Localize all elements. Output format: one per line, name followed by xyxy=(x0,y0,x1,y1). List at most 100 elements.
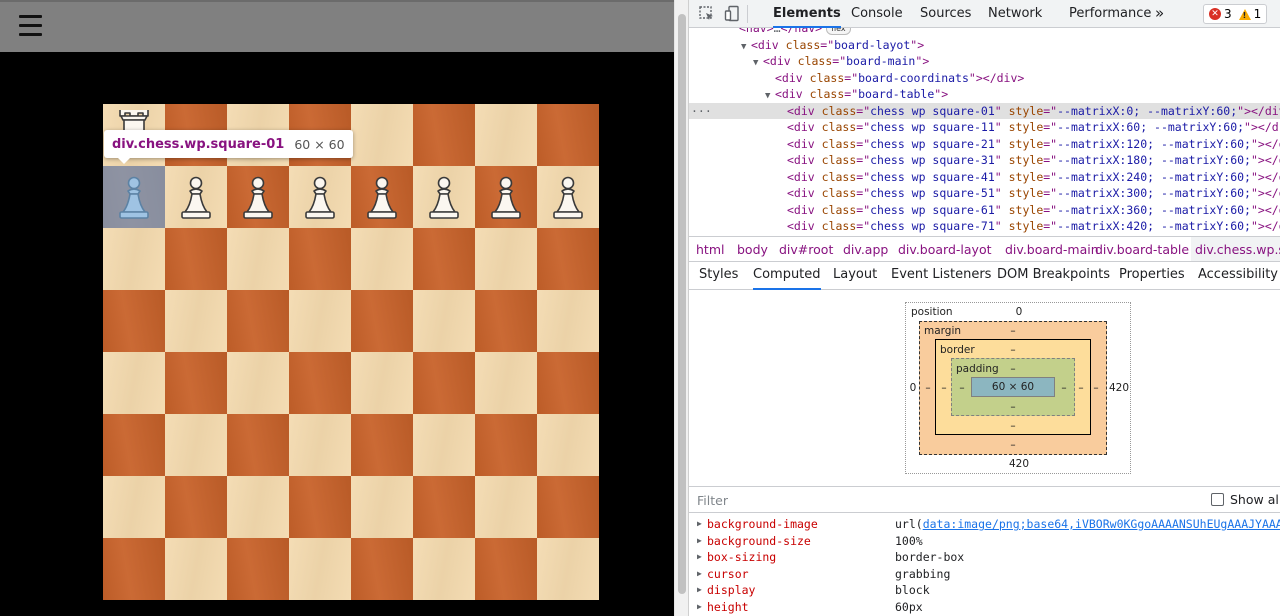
board-square[interactable] xyxy=(165,538,227,600)
board-square[interactable] xyxy=(165,290,227,352)
subtab-styles[interactable]: Styles xyxy=(699,262,738,290)
board-square[interactable] xyxy=(475,228,537,290)
box-model-content-size[interactable]: 60 × 60 xyxy=(971,377,1055,397)
dom-tree-node[interactable]: <div class="chess wp square-61" style="-… xyxy=(689,202,1280,219)
dom-tree-node[interactable]: <div class="chess wp square-51" style="-… xyxy=(689,185,1280,202)
board-square[interactable] xyxy=(351,476,413,538)
dom-tree-node[interactable]: <div class="chess wp square-21" style="-… xyxy=(689,136,1280,153)
inspect-element-icon[interactable] xyxy=(698,5,716,23)
board-square[interactable] xyxy=(475,104,537,166)
board-square[interactable] xyxy=(103,290,165,352)
board-square[interactable] xyxy=(289,290,351,352)
expand-triangle-icon[interactable]: ▶ xyxy=(697,549,702,566)
board-square[interactable] xyxy=(165,476,227,538)
computed-property-row[interactable]: ▶ cursor grabbing xyxy=(689,566,1280,583)
subtab-dom-breakpoints[interactable]: DOM Breakpoints xyxy=(997,262,1110,290)
breadcrumb-item[interactable]: div.board-main xyxy=(1005,237,1099,261)
node-actions-icon[interactable]: ··· xyxy=(691,103,712,120)
board-square[interactable] xyxy=(165,414,227,476)
board-square[interactable] xyxy=(289,538,351,600)
board-square[interactable] xyxy=(475,476,537,538)
board-square[interactable] xyxy=(413,228,475,290)
board-square[interactable] xyxy=(227,538,289,600)
white-pawn-icon[interactable] xyxy=(351,166,413,228)
board-square[interactable] xyxy=(289,352,351,414)
board-square[interactable] xyxy=(289,476,351,538)
board-square[interactable] xyxy=(227,290,289,352)
board-square[interactable] xyxy=(413,414,475,476)
white-pawn-icon[interactable] xyxy=(537,166,599,228)
dom-tree-node[interactable]: ▼ <div class="board-table"> xyxy=(689,86,1280,103)
tab-sources[interactable]: Sources xyxy=(920,0,971,28)
board-square[interactable] xyxy=(103,538,165,600)
page-scrollbar[interactable] xyxy=(674,0,688,616)
breadcrumb-item[interactable]: div.chess.wp.sq xyxy=(1191,237,1280,261)
dom-tree-node[interactable]: ··· <div class="chess wp square-01" style… xyxy=(689,102,1280,120)
show-all-checkbox[interactable] xyxy=(1211,493,1224,506)
white-pawn-icon[interactable] xyxy=(413,166,475,228)
board-square[interactable] xyxy=(103,476,165,538)
board-square[interactable] xyxy=(475,290,537,352)
breadcrumb-item[interactable]: div.app xyxy=(843,237,888,261)
board-square[interactable] xyxy=(475,414,537,476)
computed-property-row[interactable]: ▶ display block xyxy=(689,582,1280,599)
board-square[interactable] xyxy=(227,414,289,476)
white-pawn-icon[interactable] xyxy=(475,166,537,228)
board-square[interactable] xyxy=(351,538,413,600)
expand-triangle-icon[interactable]: ▶ xyxy=(697,599,702,616)
dom-tree-node[interactable]: <div class="chess wp square-41" style="-… xyxy=(689,169,1280,186)
board-square[interactable] xyxy=(227,352,289,414)
computed-property-row[interactable]: ▶ background-image url(data:image/png;base… xyxy=(689,516,1280,533)
show-all-toggle[interactable]: Show all xyxy=(1211,492,1280,507)
dom-tree-node[interactable]: <div class="chess wp square-11" style="-… xyxy=(689,119,1280,136)
white-pawn-icon[interactable] xyxy=(103,166,165,228)
expand-triangle-icon[interactable]: ▶ xyxy=(697,582,702,599)
board-square[interactable] xyxy=(537,352,599,414)
board-square[interactable] xyxy=(537,538,599,600)
tab-network[interactable]: Network xyxy=(988,0,1042,28)
board-square[interactable] xyxy=(537,228,599,290)
board-square[interactable] xyxy=(103,352,165,414)
board-square[interactable] xyxy=(351,414,413,476)
dom-tree-node[interactable]: <nav>…</nav> flex xyxy=(689,28,1280,37)
computed-property-row[interactable]: ▶ background-size 100% xyxy=(689,533,1280,550)
board-square[interactable] xyxy=(227,476,289,538)
board-square[interactable] xyxy=(165,352,227,414)
board-square[interactable] xyxy=(351,104,413,166)
board-square[interactable] xyxy=(351,228,413,290)
dom-tree-node[interactable]: <div class="chess wp square-31" style="-… xyxy=(689,152,1280,169)
white-pawn-icon[interactable] xyxy=(227,166,289,228)
dom-tree-node[interactable]: ▼ <div class="board-layot"> xyxy=(689,37,1280,54)
board-square[interactable] xyxy=(227,228,289,290)
breadcrumb-item[interactable]: body xyxy=(737,237,768,261)
more-tabs-button[interactable]: » xyxy=(1155,0,1164,28)
board-square[interactable] xyxy=(475,538,537,600)
expand-triangle-icon[interactable]: ▶ xyxy=(697,516,702,533)
board-square[interactable] xyxy=(537,414,599,476)
dom-tree-node[interactable]: ▼ <div class="board-main"> xyxy=(689,53,1280,70)
expand-triangle-icon[interactable]: ▶ xyxy=(697,566,702,583)
board-square[interactable] xyxy=(537,476,599,538)
breadcrumb-item[interactable]: div.board-layot xyxy=(898,237,992,261)
subtab-event-listeners[interactable]: Event Listeners xyxy=(891,262,991,290)
board-square[interactable] xyxy=(537,104,599,166)
tab-elements[interactable]: Elements xyxy=(773,0,841,28)
filter-input[interactable] xyxy=(697,491,1097,509)
board-square[interactable] xyxy=(413,290,475,352)
board-square[interactable] xyxy=(413,104,475,166)
issues-badge[interactable]: ✕ 3 ! 1 xyxy=(1203,4,1268,24)
computed-property-row[interactable]: ▶ box-sizing border-box xyxy=(689,549,1280,566)
board-square[interactable] xyxy=(289,228,351,290)
board-square[interactable] xyxy=(289,414,351,476)
board-square[interactable] xyxy=(351,290,413,352)
breadcrumb-item[interactable]: div#root xyxy=(779,237,833,261)
board-square[interactable] xyxy=(103,228,165,290)
hamburger-menu-icon[interactable] xyxy=(19,15,42,37)
device-toolbar-icon[interactable] xyxy=(724,5,742,23)
white-pawn-icon[interactable] xyxy=(289,166,351,228)
page-scrollbar-thumb[interactable] xyxy=(678,14,686,594)
breadcrumb-item[interactable]: html xyxy=(696,237,724,261)
computed-property-row[interactable]: ▶ height 60px xyxy=(689,599,1280,616)
tab-console[interactable]: Console xyxy=(851,0,903,28)
board-square[interactable] xyxy=(413,476,475,538)
